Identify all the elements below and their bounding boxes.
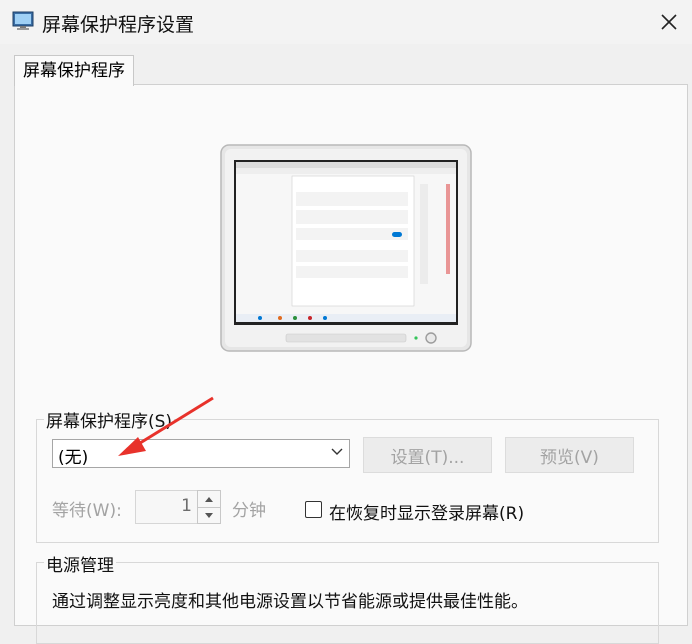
screensaver-select[interactable]: (无) xyxy=(52,439,350,468)
power-management-description: 通过调整显示亮度和其他电源设置以节省能源或提供最佳性能。 xyxy=(52,592,528,612)
screensaver-selected-value: (无) xyxy=(58,448,89,468)
screensaver-settings-window: 屏幕保护程序设置 屏幕保护程序 屏幕保护程序(S) (无) 设置(T)... 预… xyxy=(0,0,692,644)
wait-minutes-value: 1 xyxy=(181,496,192,516)
triangle-up-icon xyxy=(205,496,213,502)
resume-login-checkbox[interactable] xyxy=(305,501,322,518)
wait-label: 等待(W): xyxy=(52,501,122,521)
triangle-down-icon xyxy=(205,512,213,518)
minutes-unit-label: 分钟 xyxy=(232,501,266,521)
power-management-label: 电源管理 xyxy=(44,551,116,576)
preview-button[interactable]: 预览(V) xyxy=(505,437,634,473)
stepper-down-button[interactable] xyxy=(198,507,220,523)
wait-minutes-stepper xyxy=(197,490,221,524)
wait-minutes-input[interactable]: 1 xyxy=(135,490,199,524)
close-icon xyxy=(661,14,677,30)
display-settings-icon xyxy=(12,11,34,30)
close-button[interactable] xyxy=(646,0,692,44)
monitor-preview xyxy=(220,144,472,352)
screensaver-group-label: 屏幕保护程序(S) xyxy=(44,407,175,432)
resume-login-label[interactable]: 在恢复时显示登录屏幕(R) xyxy=(329,499,524,524)
title-bar: 屏幕保护程序设置 xyxy=(0,0,692,44)
window-title: 屏幕保护程序设置 xyxy=(42,14,195,36)
chevron-down-icon xyxy=(331,448,343,455)
settings-button[interactable]: 设置(T)... xyxy=(363,437,492,473)
tab-screensaver[interactable]: 屏幕保护程序 xyxy=(14,55,134,86)
stepper-up-button[interactable] xyxy=(198,491,220,508)
